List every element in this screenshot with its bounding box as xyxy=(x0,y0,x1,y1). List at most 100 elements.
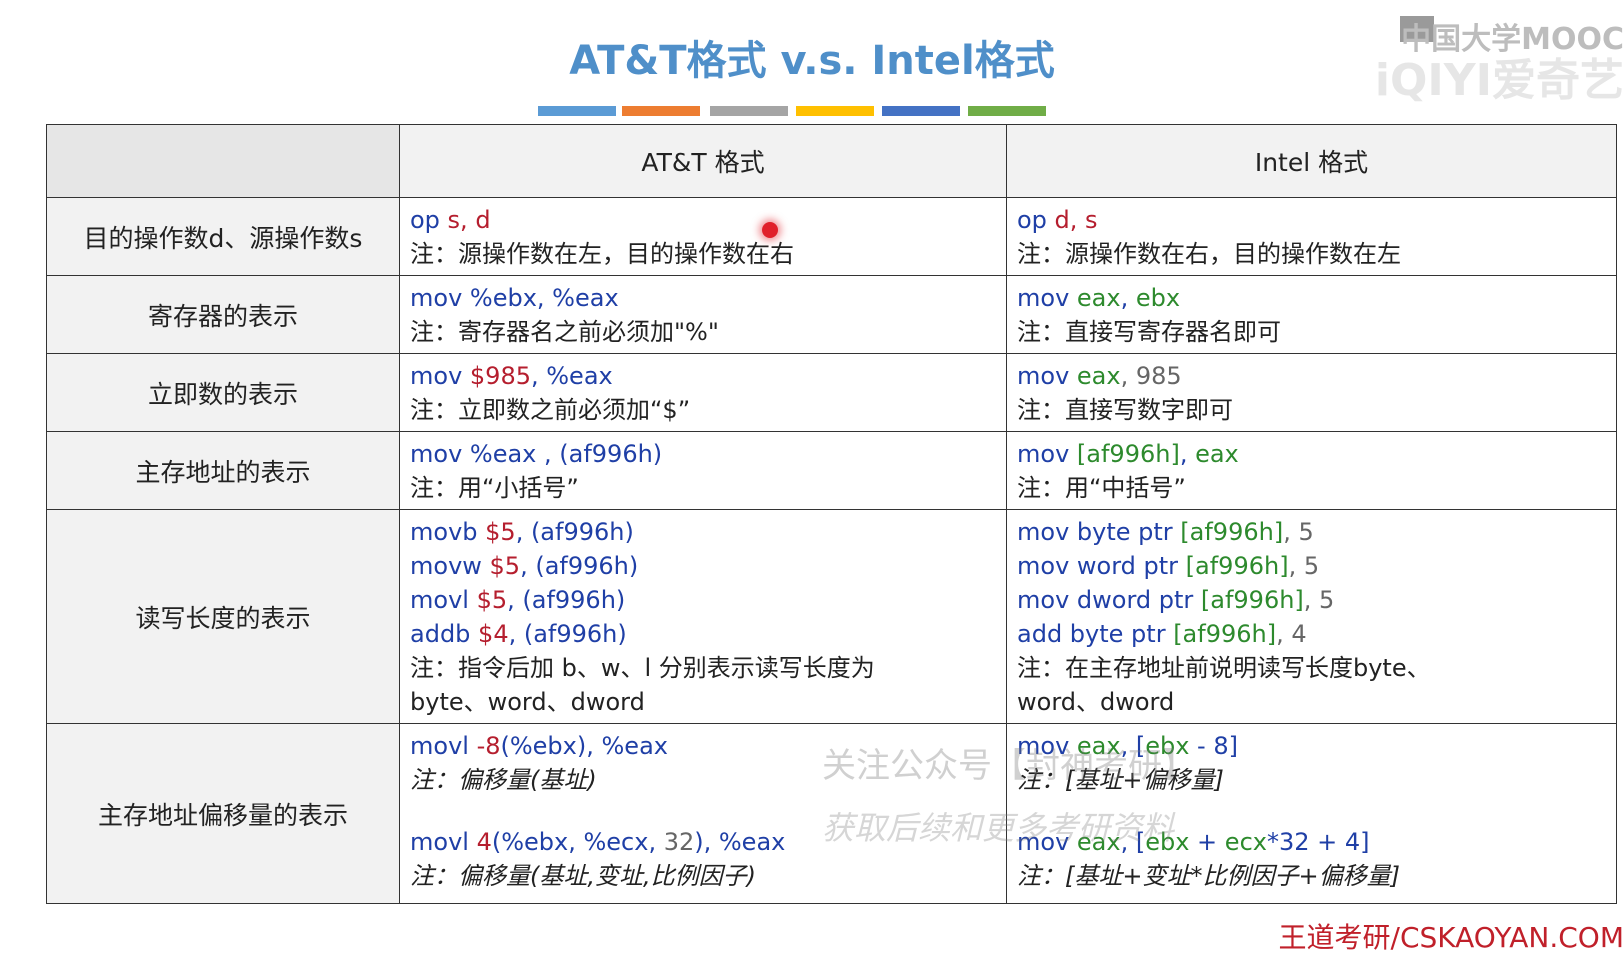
code-token: mov %ebx, %eax xyxy=(410,284,619,312)
code-token: eax xyxy=(1195,440,1239,468)
code-line: 注：源操作数在左，目的操作数在右 xyxy=(410,237,996,271)
header-att: AT&T 格式 xyxy=(399,124,1007,198)
code-token: , (af996h) xyxy=(515,518,634,546)
code-token: -8 xyxy=(476,732,501,760)
code-line: mov eax, 985 xyxy=(1017,359,1606,393)
table-row: 读写长度的表示 movb $5, (af996h) movw $5, (af996h… xyxy=(46,509,1617,724)
code-token: movl xyxy=(410,828,477,856)
watermark-line-2: 获取后续和更多考研资料 xyxy=(822,809,1175,847)
header-intel: Intel 格式 xyxy=(1006,124,1617,198)
code-line: 注：指令后加 b、w、l 分别表示读写长度为 xyxy=(410,651,996,685)
code-line: mov byte ptr [af996h], 5 xyxy=(1017,515,1606,549)
code-token: 注：指令后加 b、w、l 分别表示读写长度为 xyxy=(410,654,875,682)
code-line: add byte ptr [af996h], 4 xyxy=(1017,617,1606,651)
laser-pointer-dot xyxy=(762,222,778,238)
code-token: 注：源操作数在左，目的操作数在右 xyxy=(410,240,794,268)
code-token: ebx xyxy=(1135,284,1181,312)
code-line: op d, s xyxy=(1017,203,1606,237)
code-token: , %eax xyxy=(530,362,613,390)
code-token: mov xyxy=(1017,362,1077,390)
code-token: , 985 xyxy=(1120,362,1182,390)
code-token: [af996h] xyxy=(1076,440,1180,468)
code-token: [af996h] xyxy=(1173,620,1277,648)
code-token: op xyxy=(1017,206,1047,234)
code-token: movl xyxy=(410,586,477,614)
code-token: , 4 xyxy=(1276,620,1307,648)
watermark-logo: 中国大学MOOC iQIYI爱奇艺 xyxy=(1368,14,1624,106)
code-line: 注：直接写数字即可 xyxy=(1017,393,1606,427)
code-line: 注：寄存器名之前必须加"%" xyxy=(410,315,996,349)
code-token: 注：[基址+变址*比例因子+偏移量] xyxy=(1017,862,1400,890)
code-token: 注：用“中括号” xyxy=(1017,474,1186,502)
code-token: 注：偏移量(基址,变址,比例因子) xyxy=(410,862,756,890)
code-line: addb $4, (af996h) xyxy=(410,617,996,651)
code-token: op xyxy=(410,206,440,234)
intel-cell: op d, s 注：源操作数在右，目的操作数在左 xyxy=(1006,197,1617,276)
code-token: 注：源操作数在右，目的操作数在左 xyxy=(1017,240,1401,268)
code-line: 注：立即数之前必须加“$” xyxy=(410,393,996,427)
code-token: - 8] xyxy=(1189,732,1238,760)
att-cell: movb $5, (af996h) movw $5, (af996h) movl $… xyxy=(399,509,1007,724)
code-token: word、dword xyxy=(1017,688,1175,716)
color-bar-3 xyxy=(710,106,788,116)
color-bar-2 xyxy=(622,106,700,116)
color-bar-6 xyxy=(968,106,1046,116)
table-row: 寄存器的表示 mov %ebx, %eax 注：寄存器名之前必须加"%" mov ea… xyxy=(46,275,1617,354)
code-token: 注：直接写数字即可 xyxy=(1017,396,1233,424)
color-bar-4 xyxy=(796,106,874,116)
code-token: , (af996h) xyxy=(508,620,627,648)
table-header-row: AT&T 格式 Intel 格式 xyxy=(46,124,1617,198)
code-line: word、dword xyxy=(1017,685,1606,719)
code-line: mov %ebx, %eax xyxy=(410,281,996,315)
code-token: eax xyxy=(1076,284,1121,312)
code-token: [af996h] xyxy=(1185,552,1289,580)
code-line: mov dword ptr [af996h], 5 xyxy=(1017,583,1606,617)
row-label: 目的操作数d、源操作数s xyxy=(46,197,400,276)
table-row: 立即数的表示 mov $985, %eax 注：立即数之前必须加“$” mov eax… xyxy=(46,353,1617,432)
code-line: movb $5, (af996h) xyxy=(410,515,996,549)
code-token: 注：用“小括号” xyxy=(410,474,579,502)
code-token: $4 xyxy=(478,620,509,648)
code-token: [af996h] xyxy=(1200,586,1304,614)
color-bar-5 xyxy=(882,106,960,116)
code-line: mov $985, %eax xyxy=(410,359,996,393)
code-line: movw $5, (af996h) xyxy=(410,549,996,583)
row-label: 寄存器的表示 xyxy=(46,275,400,354)
code-line: 注：直接写寄存器名即可 xyxy=(1017,315,1606,349)
watermark-line-1: 关注公众号【封神考研】 xyxy=(822,746,1196,786)
code-line: movl $5, (af996h) xyxy=(410,583,996,617)
code-token: mov %eax , (af996h) xyxy=(410,440,663,468)
code-line: mov %eax , (af996h) xyxy=(410,437,996,471)
code-token: (%ebx), %eax xyxy=(500,732,668,760)
code-token: 注：立即数之前必须加“$” xyxy=(410,396,691,424)
code-line: mov [af996h], eax xyxy=(1017,437,1606,471)
code-token: , xyxy=(1120,284,1136,312)
code-token: 注：直接写寄存器名即可 xyxy=(1017,318,1281,346)
footer-brand: 王道考研/CSKAOYAN.COM xyxy=(1278,921,1624,954)
code-line: op s, d xyxy=(410,203,996,237)
code-line: 注：源操作数在右，目的操作数在左 xyxy=(1017,237,1606,271)
code-token: 32 xyxy=(663,828,695,856)
code-token: mov dword ptr xyxy=(1017,586,1201,614)
intel-cell: mov eax, 985 注：直接写数字即可 xyxy=(1006,353,1617,432)
code-token: movb xyxy=(410,518,486,546)
code-token: mov word ptr xyxy=(1017,552,1186,580)
code-token: 注：寄存器名之前必须加"%" xyxy=(410,318,719,346)
code-token: 4 xyxy=(476,828,492,856)
comparison-table: AT&T 格式 Intel 格式 目的操作数d、源操作数s op s, d 注：源操… xyxy=(46,124,1617,904)
code-token: 注：偏移量(基址) xyxy=(410,766,597,794)
row-label: 主存地址的表示 xyxy=(46,431,400,510)
intel-cell: mov [af996h], eax 注：用“中括号” xyxy=(1006,431,1617,510)
code-line: mov word ptr [af996h], 5 xyxy=(1017,549,1606,583)
code-token: mov xyxy=(1017,440,1077,468)
code-token: + xyxy=(1189,828,1225,856)
code-token: mov xyxy=(1017,284,1077,312)
att-cell: mov %ebx, %eax 注：寄存器名之前必须加"%" xyxy=(399,275,1007,354)
row-label: 立即数的表示 xyxy=(46,353,400,432)
header-empty-cell xyxy=(46,124,400,198)
code-token: $5 xyxy=(485,518,516,546)
code-token: , (af996h) xyxy=(520,552,639,580)
code-token: [af996h] xyxy=(1180,518,1284,546)
code-token: byte、word、dword xyxy=(410,688,645,716)
intel-cell: mov byte ptr [af996h], 5 mov word ptr [af… xyxy=(1006,509,1617,724)
